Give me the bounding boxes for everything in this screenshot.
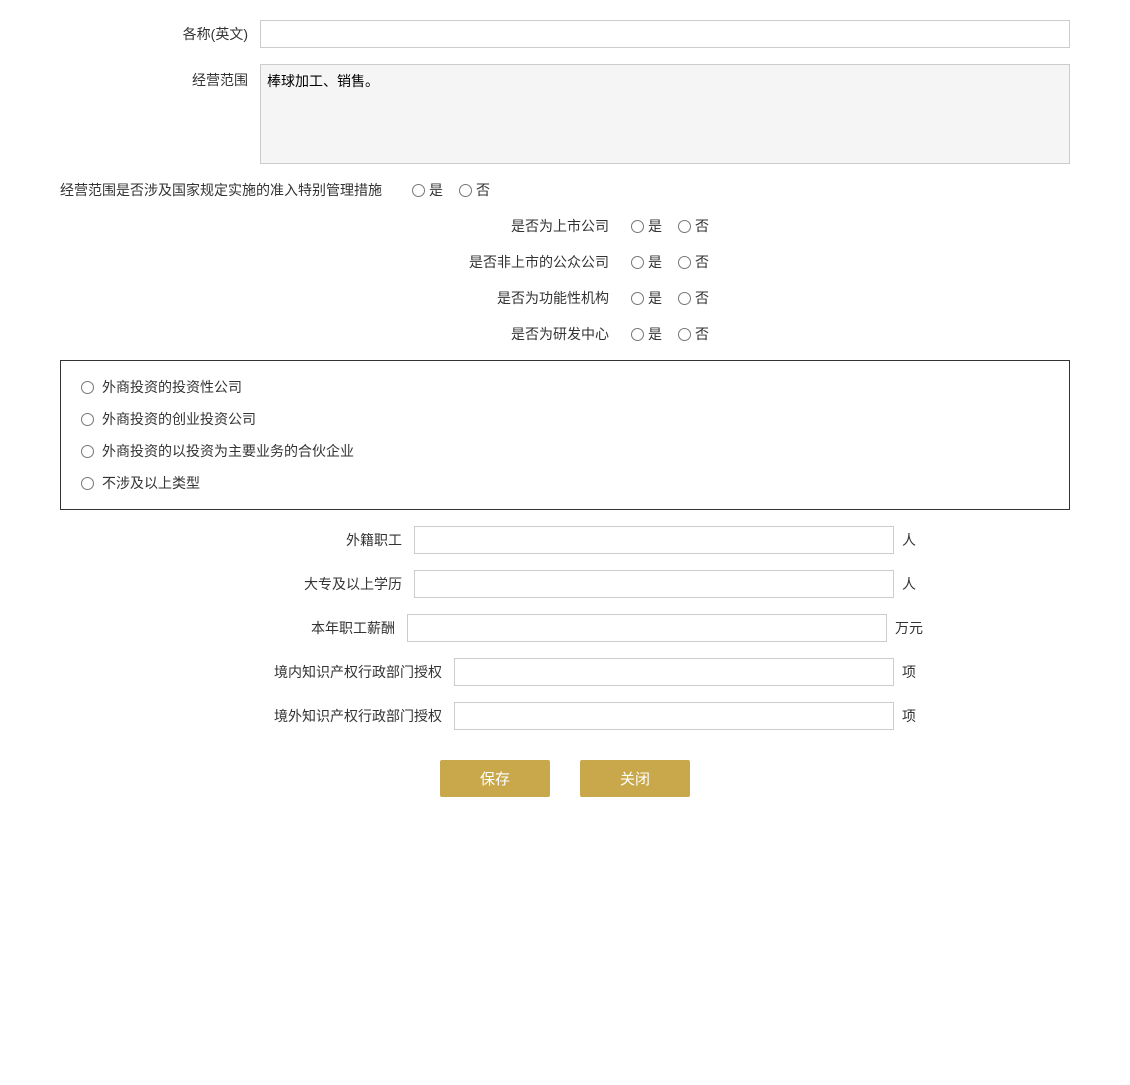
foreign-ip-input[interactable] [454, 702, 894, 730]
non-listed-public-row: 是否非上市的公众公司 是 否 [60, 252, 1070, 272]
special-mgmt-yes-label[interactable]: 是 [429, 180, 443, 200]
partner-invest-radio[interactable] [81, 445, 94, 458]
non-listed-public-label: 是否非上市的公众公司 [421, 252, 621, 272]
listed-yes-radio[interactable] [631, 220, 644, 233]
functional-org-radio-group: 是 否 [621, 288, 709, 308]
special-mgmt-yes-option[interactable]: 是 [412, 180, 443, 200]
foreign-ip-row: 境外知识产权行政部门授权 项 [60, 702, 1070, 730]
listed-no-radio[interactable] [678, 220, 691, 233]
college-edu-unit: 人 [902, 574, 916, 594]
college-edu-input[interactable] [414, 570, 894, 598]
rd-no-label[interactable]: 否 [695, 324, 709, 344]
foreign-ip-unit: 项 [902, 706, 916, 726]
functional-yes-option[interactable]: 是 [631, 288, 662, 308]
listed-no-label[interactable]: 否 [695, 216, 709, 236]
rd-yes-label[interactable]: 是 [648, 324, 662, 344]
button-row: 保存 关闭 [60, 760, 1070, 797]
annual-salary-input[interactable] [407, 614, 887, 642]
close-button[interactable]: 关闭 [580, 760, 690, 797]
non-listed-no-radio[interactable] [678, 256, 691, 269]
annual-salary-unit: 万元 [895, 618, 923, 638]
domestic-ip-unit: 项 [902, 662, 916, 682]
partner-invest-row[interactable]: 外商投资的以投资为主要业务的合伙企业 [81, 441, 1049, 461]
functional-org-row: 是否为功能性机构 是 否 [60, 288, 1070, 308]
functional-yes-label[interactable]: 是 [648, 288, 662, 308]
foreign-staff-unit: 人 [902, 530, 916, 550]
venture-invest-radio[interactable] [81, 413, 94, 426]
special-mgmt-no-label[interactable]: 否 [476, 180, 490, 200]
foreign-staff-label: 外籍职工 [214, 530, 414, 550]
partner-invest-label[interactable]: 外商投资的以投资为主要业务的合伙企业 [102, 441, 354, 461]
college-edu-label: 大专及以上学历 [214, 574, 414, 594]
business-scope-row: 经营范围 棒球加工、销售。 [60, 64, 1070, 164]
invest-company-radio[interactable] [81, 381, 94, 394]
not-applicable-label[interactable]: 不涉及以上类型 [102, 473, 200, 493]
non-listed-public-radio-group: 是 否 [621, 252, 709, 272]
domestic-ip-row: 境内知识产权行政部门授权 项 [60, 658, 1070, 686]
business-scope-label: 经营范围 [60, 64, 260, 90]
functional-yes-radio[interactable] [631, 292, 644, 305]
name-en-input[interactable] [260, 20, 1070, 48]
name-en-label: 各称(英文) [60, 24, 260, 44]
college-edu-row: 大专及以上学历 人 [60, 570, 1070, 598]
name-en-row: 各称(英文) [60, 20, 1070, 48]
listed-yes-option[interactable]: 是 [631, 216, 662, 236]
not-applicable-radio[interactable] [81, 477, 94, 490]
rd-no-option[interactable]: 否 [678, 324, 709, 344]
foreign-staff-input[interactable] [414, 526, 894, 554]
rd-yes-radio[interactable] [631, 328, 644, 341]
annual-salary-label: 本年职工薪酬 [207, 618, 407, 638]
special-mgmt-no-radio[interactable] [459, 184, 472, 197]
venture-invest-label[interactable]: 外商投资的创业投资公司 [102, 409, 256, 429]
special-mgmt-no-option[interactable]: 否 [459, 180, 490, 200]
rd-yes-option[interactable]: 是 [631, 324, 662, 344]
save-button[interactable]: 保存 [440, 760, 550, 797]
rd-no-radio[interactable] [678, 328, 691, 341]
not-applicable-row[interactable]: 不涉及以上类型 [81, 473, 1049, 493]
rd-center-label: 是否为研发中心 [421, 324, 621, 344]
non-listed-no-option[interactable]: 否 [678, 252, 709, 272]
non-listed-yes-label[interactable]: 是 [648, 252, 662, 272]
functional-no-label[interactable]: 否 [695, 288, 709, 308]
listed-company-radio-group: 是 否 [621, 216, 709, 236]
form-section: 各称(英文) 经营范围 棒球加工、销售。 经营范围是否涉及国家规定实施的准入特别… [60, 20, 1070, 797]
listed-yes-label[interactable]: 是 [648, 216, 662, 236]
special-mgmt-label: 经营范围是否涉及国家规定实施的准入特别管理措施 [60, 180, 382, 200]
invest-company-row[interactable]: 外商投资的投资性公司 [81, 377, 1049, 397]
non-listed-yes-option[interactable]: 是 [631, 252, 662, 272]
functional-no-option[interactable]: 否 [678, 288, 709, 308]
listed-company-row: 是否为上市公司 是 否 [60, 216, 1070, 236]
non-listed-yes-radio[interactable] [631, 256, 644, 269]
invest-company-label[interactable]: 外商投资的投资性公司 [102, 377, 242, 397]
rd-center-radio-group: 是 否 [621, 324, 709, 344]
foreign-staff-row: 外籍职工 人 [60, 526, 1070, 554]
domestic-ip-input[interactable] [454, 658, 894, 686]
listed-company-label: 是否为上市公司 [421, 216, 621, 236]
listed-no-option[interactable]: 否 [678, 216, 709, 236]
special-mgmt-yes-radio[interactable] [412, 184, 425, 197]
functional-no-radio[interactable] [678, 292, 691, 305]
venture-invest-row[interactable]: 外商投资的创业投资公司 [81, 409, 1049, 429]
non-listed-no-label[interactable]: 否 [695, 252, 709, 272]
rd-center-row: 是否为研发中心 是 否 [60, 324, 1070, 344]
domestic-ip-label: 境内知识产权行政部门授权 [214, 662, 454, 682]
foreign-ip-label: 境外知识产权行政部门授权 [214, 706, 454, 726]
special-mgmt-radio-group: 是 否 [402, 180, 490, 200]
special-mgmt-row: 经营范围是否涉及国家规定实施的准入特别管理措施 是 否 [60, 180, 1070, 200]
investment-type-box: 外商投资的投资性公司 外商投资的创业投资公司 外商投资的以投资为主要业务的合伙企… [60, 360, 1070, 510]
functional-org-label: 是否为功能性机构 [421, 288, 621, 308]
annual-salary-row: 本年职工薪酬 万元 [60, 614, 1070, 642]
business-scope-input[interactable]: 棒球加工、销售。 [260, 64, 1070, 164]
